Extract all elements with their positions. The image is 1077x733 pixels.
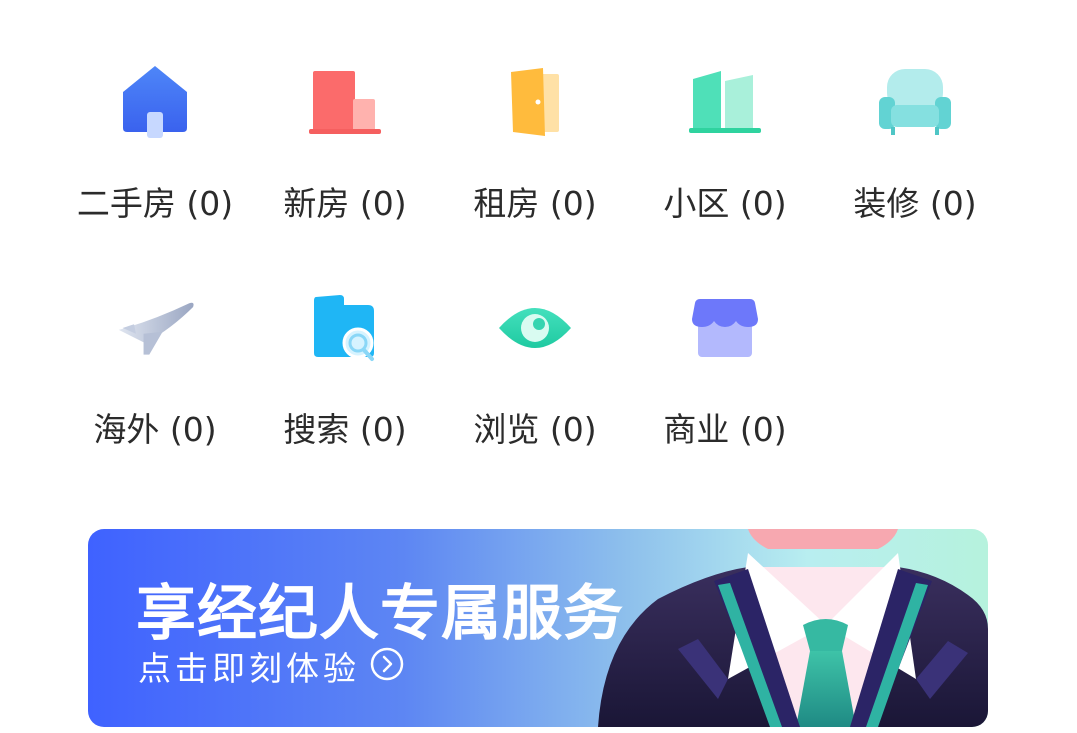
eye-icon (495, 288, 575, 368)
sofa-icon (875, 62, 955, 142)
category-decoration[interactable]: 装修 (0) (820, 62, 1010, 268)
category-label: 浏览 (0) (473, 410, 597, 449)
agent-illustration (598, 529, 988, 727)
arrow-right-circle-icon (370, 647, 404, 690)
category-label: 商业 (0) (663, 410, 787, 449)
category-row-2: 海外 (0) 搜索 (0) 浏览 (0) 商业 (0) (60, 288, 1010, 494)
community-icon (685, 62, 765, 142)
banner-cta[interactable]: 点击即刻体验 (138, 647, 404, 690)
banner-subtitle: 点击即刻体验 (138, 648, 360, 688)
shop-icon (685, 288, 765, 368)
agent-service-banner[interactable]: 享经纪人专属服务 点击即刻体验 (88, 529, 988, 727)
category-browse[interactable]: 浏览 (0) (440, 288, 630, 494)
category-second-hand[interactable]: 二手房 (0) (60, 62, 250, 268)
category-label: 二手房 (0) (76, 184, 234, 223)
category-grid: 二手房 (0) 新房 (0) 租房 (0) 小区 (0) 装修 (0) 海外 (… (60, 62, 1010, 494)
search-folder-icon (305, 288, 385, 368)
category-rent[interactable]: 租房 (0) (440, 62, 630, 268)
door-icon (495, 62, 575, 142)
category-row-1: 二手房 (0) 新房 (0) 租房 (0) 小区 (0) 装修 (0) (60, 62, 1010, 268)
category-label: 搜索 (0) (283, 410, 407, 449)
house-icon (115, 62, 195, 142)
category-overseas[interactable]: 海外 (0) (60, 288, 250, 494)
category-label: 小区 (0) (663, 184, 787, 223)
category-label: 新房 (0) (283, 184, 407, 223)
airplane-icon (115, 288, 195, 368)
building-icon (305, 62, 385, 142)
banner-title: 享经纪人专属服务 (136, 579, 624, 649)
category-community[interactable]: 小区 (0) (630, 62, 820, 268)
category-label: 租房 (0) (473, 184, 597, 223)
category-label: 海外 (0) (93, 410, 217, 449)
category-label: 装修 (0) (853, 184, 977, 223)
category-search[interactable]: 搜索 (0) (250, 288, 440, 494)
category-new-house[interactable]: 新房 (0) (250, 62, 440, 268)
category-commercial[interactable]: 商业 (0) (630, 288, 820, 494)
